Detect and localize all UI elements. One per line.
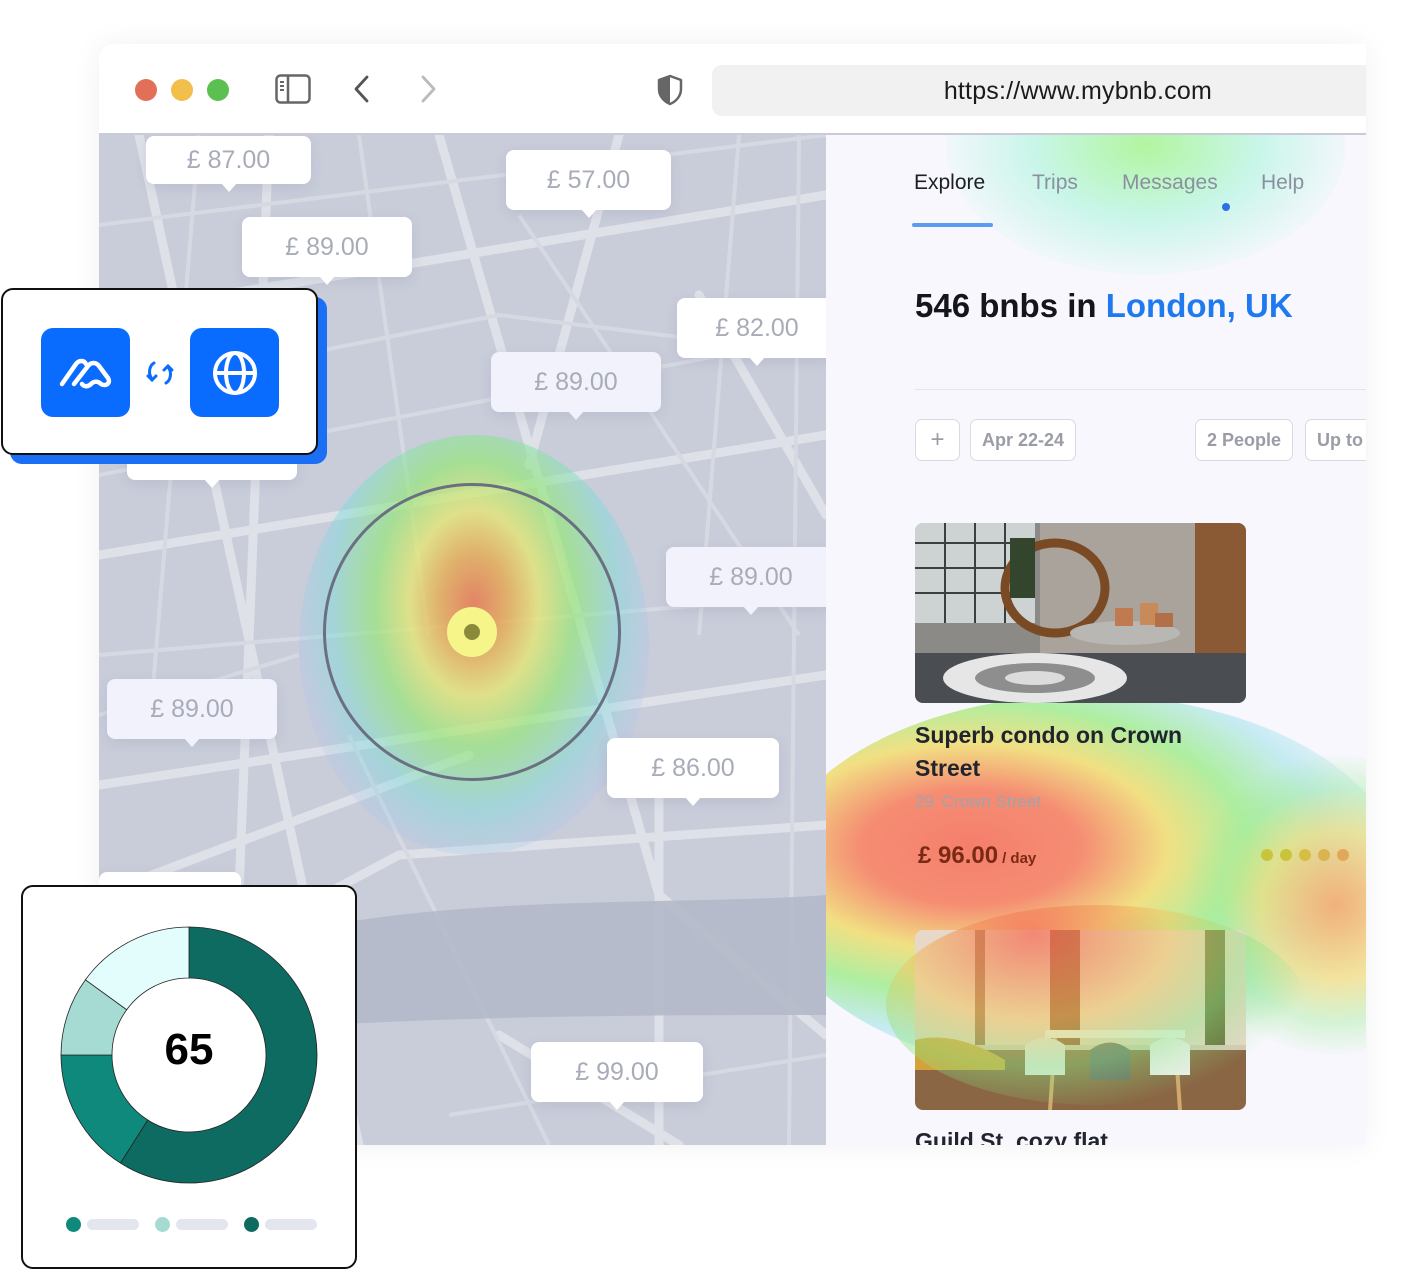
rating-dots xyxy=(1261,849,1349,861)
globe-icon xyxy=(212,350,257,395)
shield-icon[interactable] xyxy=(656,74,684,106)
listing-photo-patio-chair xyxy=(915,523,1246,703)
legend-swatch xyxy=(66,1217,81,1232)
price-tag[interactable]: £ 82.00 xyxy=(677,298,826,366)
rating-dot xyxy=(1337,849,1349,861)
donut-center-value: 65 xyxy=(164,1025,214,1074)
legend-swatch xyxy=(155,1217,170,1232)
price-tag[interactable]: £ 87.00 xyxy=(146,136,311,192)
add-filter-button[interactable]: + xyxy=(915,419,960,461)
legend-label-placeholder xyxy=(176,1219,228,1230)
legend-swatch xyxy=(244,1217,259,1232)
tab-trips[interactable]: Trips xyxy=(1032,171,1078,195)
price-tag[interactable]: £ 89.00 xyxy=(107,679,277,747)
listing-photo-dining-room xyxy=(915,930,1246,1110)
tab-explore[interactable]: Explore xyxy=(914,171,985,195)
location-link[interactable]: London, UK xyxy=(1106,287,1293,324)
back-arrow-icon[interactable] xyxy=(351,74,373,104)
rating-dot xyxy=(1280,849,1292,861)
legend-item xyxy=(66,1217,139,1232)
browser-toolbar: https://www.mybnb.com xyxy=(99,44,1366,135)
price-tag[interactable]: £ 57.00 xyxy=(506,150,671,218)
tab-help[interactable]: Help xyxy=(1261,171,1304,195)
location-pin[interactable] xyxy=(464,624,480,640)
filter-chip-dates[interactable]: Apr 22-24 xyxy=(970,419,1077,461)
sync-icon xyxy=(146,361,174,385)
legend-label-placeholder xyxy=(265,1219,317,1230)
legend-item xyxy=(155,1217,228,1232)
main-nav: Explore Trips Messages Help xyxy=(826,171,1366,231)
results-heading: 546 bnbs in London, UK xyxy=(915,287,1293,324)
divider xyxy=(915,389,1366,390)
listing-image[interactable] xyxy=(915,523,1246,703)
maximize-window-button[interactable] xyxy=(207,79,229,101)
rating-dot xyxy=(1299,849,1311,861)
address-bar[interactable]: https://www.mybnb.com xyxy=(712,65,1366,116)
source-app-tile[interactable] xyxy=(41,328,130,417)
legend-label-placeholder xyxy=(87,1219,139,1230)
listing-title[interactable]: Guild St. cozy flat xyxy=(915,1125,1108,1145)
active-tab-indicator xyxy=(912,223,993,227)
price-tag[interactable]: £ 89.00 xyxy=(491,352,661,420)
minimize-window-button[interactable] xyxy=(171,79,193,101)
price-tag[interactable]: £ 86.00 xyxy=(607,738,779,806)
close-window-button[interactable] xyxy=(135,79,157,101)
tab-messages[interactable]: Messages xyxy=(1122,171,1218,195)
filter-chip-guests[interactable]: 2 People xyxy=(1195,419,1294,461)
target-app-tile[interactable] xyxy=(190,328,279,417)
integration-card xyxy=(1,288,318,455)
forward-arrow-icon[interactable] xyxy=(417,74,439,104)
listings-pane: Explore Trips Messages Help 546 bnbs in … xyxy=(826,135,1366,1145)
listing-address: 29 Crown Street xyxy=(915,792,1042,811)
url-text: https://www.mybnb.com xyxy=(943,77,1212,105)
sidebar-toggle-icon[interactable] xyxy=(275,74,311,104)
link-logo-icon xyxy=(59,358,111,388)
notification-dot xyxy=(1222,203,1230,211)
rating-dot xyxy=(1261,849,1273,861)
listing-image[interactable] xyxy=(915,930,1246,1110)
listing-price: £ 96.00/ day xyxy=(918,842,1037,869)
listing-title[interactable]: Superb condo on Crown Street xyxy=(915,719,1182,785)
price-tag[interactable]: £ 89.00 xyxy=(242,217,412,285)
price-tag[interactable]: £ 89.00 xyxy=(666,547,826,615)
price-tag[interactable]: £ 99.00 xyxy=(531,1042,703,1110)
donut-chart-card: 65 xyxy=(21,885,357,1269)
filter-chip-price[interactable]: Up to £ 100 xyxy=(1305,419,1366,461)
legend-item xyxy=(244,1217,317,1232)
rating-dot xyxy=(1318,849,1330,861)
